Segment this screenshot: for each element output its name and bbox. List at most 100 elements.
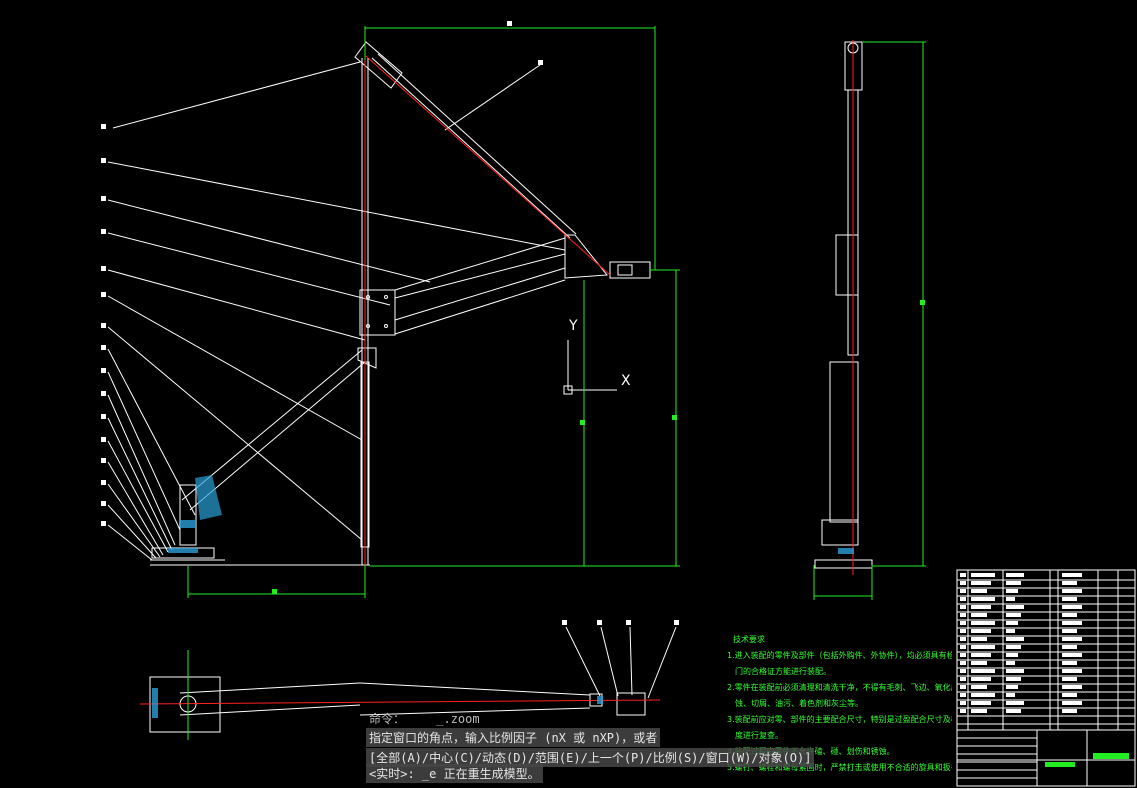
parts-name-box	[971, 637, 987, 641]
balloon-tag	[101, 323, 106, 328]
parts-number-box	[960, 693, 966, 697]
balloon-tag	[101, 391, 106, 396]
leader-line	[107, 269, 366, 341]
parts-material-box	[1062, 709, 1077, 713]
parts-material-box	[1062, 613, 1077, 617]
command-prompt[interactable]: 命令： _.zoom	[369, 710, 480, 727]
tech-line: 度进行复查。	[735, 731, 783, 740]
parts-spec-box	[1006, 589, 1018, 593]
parts-name-box	[971, 693, 995, 697]
top-base-hatch	[152, 688, 158, 718]
dimension-text-box	[672, 415, 677, 420]
leader-line	[107, 524, 153, 561]
balloon-tag	[562, 620, 567, 625]
parts-material-box	[1062, 605, 1082, 609]
support-strut	[189, 361, 366, 511]
parts-name-box	[971, 677, 991, 681]
parts-name-box	[971, 645, 995, 649]
top-boom-edge	[359, 682, 591, 696]
base-hatch	[168, 548, 198, 553]
parts-spec-box	[1006, 693, 1015, 697]
leader-line	[629, 626, 633, 696]
tie-rod	[377, 53, 577, 235]
side-base-hatch	[838, 548, 854, 554]
parts-material-box	[1062, 573, 1082, 577]
leader-line	[107, 326, 363, 541]
leader-line	[107, 199, 431, 283]
parts-spec-box	[1006, 685, 1018, 689]
balloon-tag	[101, 158, 106, 163]
parts-material-box	[1062, 653, 1082, 657]
parts-number-box	[960, 589, 966, 593]
line-layer	[101, 21, 1136, 787]
parts-number-box	[960, 669, 966, 673]
parts-spec-box	[1006, 621, 1018, 625]
end-effector-inner	[617, 264, 633, 276]
parts-number-box	[960, 605, 966, 609]
drawing-canvas[interactable]	[0, 0, 1137, 788]
tech-line: 门的合格证方能进行装配。	[735, 667, 831, 676]
command-history-line-3: <实时>: _e 正在重生成模型。	[366, 764, 543, 783]
tech-line: 3.装配前应对零、部件的主要配合尺寸，特别是过盈配合尺寸及相关精	[727, 715, 952, 724]
balloon-tag	[101, 521, 106, 526]
balloon-tag	[101, 480, 106, 485]
parts-name-box	[971, 597, 995, 601]
top-centerline	[139, 699, 661, 705]
parts-material-box	[1062, 685, 1082, 689]
tech-line: 1.进入装配的零件及部件（包括外购件、外协件），均必须具有检验部	[727, 651, 952, 660]
parts-spec-box	[1006, 637, 1024, 641]
tie-rod	[371, 57, 571, 239]
tech-line: 2.零件在装配前必须清理和清洗干净，不得有毛刺、飞边、氧化皮、锈	[727, 683, 952, 692]
parts-number-box	[960, 653, 966, 657]
parts-spec-box	[1006, 669, 1024, 673]
balloon-tag	[101, 229, 106, 234]
parts-spec-box	[1006, 581, 1021, 585]
parts-material-box	[1062, 661, 1077, 665]
balloon-tag	[626, 620, 631, 625]
balloon-tag	[101, 501, 106, 506]
side-clamp	[835, 234, 859, 296]
parts-number-box	[960, 597, 966, 601]
parts-material-box	[1062, 701, 1082, 705]
top-arm-edge	[179, 682, 361, 694]
parts-material-box	[1062, 645, 1077, 649]
boom-head-plate	[564, 234, 608, 279]
leader-line	[107, 417, 173, 551]
parts-number-box	[960, 637, 966, 641]
parts-spec-box	[1006, 653, 1018, 657]
dimension-text-box	[507, 21, 512, 26]
parts-material-box	[1062, 589, 1082, 593]
parts-name-box	[971, 613, 987, 617]
leader-line	[565, 626, 601, 697]
parts-number-box	[960, 573, 966, 577]
dimension-text-box	[920, 300, 925, 305]
balloon-tag	[101, 368, 106, 373]
balloon-tag	[101, 292, 106, 297]
leader-line	[107, 461, 164, 556]
top-arm-edge	[179, 704, 361, 716]
leader-line	[444, 64, 541, 131]
leader-line	[107, 348, 196, 516]
parts-number-box	[960, 645, 966, 649]
parts-spec-box	[1006, 709, 1021, 713]
parts-material-box	[1062, 621, 1082, 625]
centerline-layer	[139, 40, 854, 705]
balloon-tag	[597, 620, 602, 625]
balloon-tag	[538, 60, 543, 65]
leader-line	[107, 232, 391, 306]
parts-spec-box	[1006, 661, 1015, 665]
balloon-tag	[101, 124, 106, 129]
parts-material-box	[1062, 597, 1077, 601]
parts-number-box	[960, 613, 966, 617]
parts-material-box	[1062, 637, 1082, 641]
parts-number-box	[960, 677, 966, 681]
parts-name-box	[971, 661, 987, 665]
top-head-hatch	[597, 696, 603, 704]
parts-number-box	[960, 661, 966, 665]
parts-spec-box	[1006, 629, 1015, 633]
balloon-tag	[101, 414, 106, 419]
parts-number-box	[960, 709, 966, 713]
parts-spec-box	[1006, 597, 1015, 601]
end-effector	[609, 261, 651, 279]
top-base-block	[149, 676, 221, 733]
